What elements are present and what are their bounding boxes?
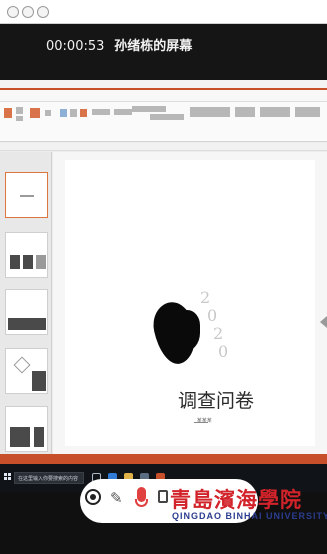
- ppt-status-bar: [0, 454, 327, 464]
- thumb-photo: [8, 318, 46, 330]
- thumb-diamond: [13, 356, 31, 374]
- pen-icon[interactable]: ✎: [110, 489, 123, 507]
- thumb-photo: [10, 427, 30, 447]
- font-select[interactable]: [132, 106, 166, 112]
- microphone-stand-icon: [135, 499, 148, 507]
- current-slide[interactable]: 2 0 2 0 调查问卷 _某某某: [65, 160, 315, 446]
- thumb-photo: [34, 427, 44, 447]
- subtitle-underline: [194, 422, 208, 423]
- ink-splash-shape: [165, 310, 200, 352]
- slide-editing-area[interactable]: 2 0 2 0 调查问卷 _某某某: [53, 152, 327, 454]
- italic-icon[interactable]: [70, 109, 77, 117]
- quick-styles-icon[interactable]: [260, 107, 290, 117]
- thumb-photo: [10, 255, 20, 269]
- windows-start-icon[interactable]: [4, 473, 11, 480]
- ribbon-toolbar: [0, 102, 327, 142]
- editing-icon[interactable]: [295, 107, 320, 117]
- thumb-photo: [23, 255, 33, 269]
- bold-icon[interactable]: [60, 109, 67, 117]
- university-logo-chinese: 青島濱海學院: [170, 487, 302, 512]
- window-chrome: [0, 0, 327, 24]
- ribbon-tabs: [0, 90, 327, 102]
- ppt-quick-access-bar: [0, 80, 327, 90]
- recording-title: 00:00:53 孙绪栋的屏幕: [46, 35, 192, 54]
- year-digit: 2: [200, 288, 211, 307]
- layout-icon[interactable]: [45, 110, 51, 116]
- paragraph-icon[interactable]: [92, 109, 110, 115]
- new-slide-icon[interactable]: [30, 108, 40, 118]
- camera-icon[interactable]: [158, 490, 168, 503]
- powerpoint-window: 2 0 2 0 调查问卷 _某某某: [0, 80, 327, 464]
- shapes-gallery[interactable]: [190, 107, 230, 117]
- thumb-photo: [36, 255, 46, 269]
- arrange-icon[interactable]: [235, 107, 255, 117]
- slide-title[interactable]: 调查问卷: [178, 386, 254, 413]
- panel-toggle-icon[interactable]: [320, 316, 327, 328]
- font-size-select[interactable]: [150, 114, 184, 120]
- recording-timestamp: 00:00:53: [46, 39, 105, 54]
- window-close-button[interactable]: [7, 6, 19, 18]
- thumb-photo: [32, 371, 46, 391]
- university-logo-english: QINGDAO BINHAI UNIVERSITY: [172, 511, 327, 521]
- slide-thumbnail[interactable]: [5, 172, 48, 218]
- slide-thumbnail[interactable]: [5, 348, 48, 394]
- slide-thumbnail[interactable]: [5, 289, 48, 335]
- taskbar-search-input[interactable]: 在这里输入你要搜索的内容: [14, 472, 84, 484]
- screen-owner-title: 孙绪栋的屏幕: [114, 38, 193, 53]
- record-button[interactable]: [85, 489, 101, 505]
- slide-thumbnail-panel[interactable]: [0, 152, 52, 454]
- year-digit: 0: [207, 306, 218, 325]
- thumb-title-line: [20, 195, 34, 197]
- window-minimize-button[interactable]: [22, 6, 34, 18]
- paste-icon[interactable]: [4, 108, 12, 118]
- window-maximize-button[interactable]: [37, 6, 49, 18]
- cut-icon[interactable]: [16, 107, 23, 114]
- recording-header: 00:00:53 孙绪栋的屏幕: [0, 24, 327, 80]
- year-digit: 0: [218, 342, 229, 361]
- font-color-icon[interactable]: [80, 109, 87, 117]
- copy-icon[interactable]: [16, 116, 23, 121]
- year-digit: 2: [213, 324, 224, 343]
- slide-thumbnail[interactable]: [5, 406, 48, 452]
- slide-thumbnail[interactable]: [5, 232, 48, 278]
- align-icon[interactable]: [114, 109, 132, 115]
- search-placeholder: 在这里输入你要搜索的内容: [18, 476, 79, 482]
- ribbon-group-labels: [0, 143, 327, 151]
